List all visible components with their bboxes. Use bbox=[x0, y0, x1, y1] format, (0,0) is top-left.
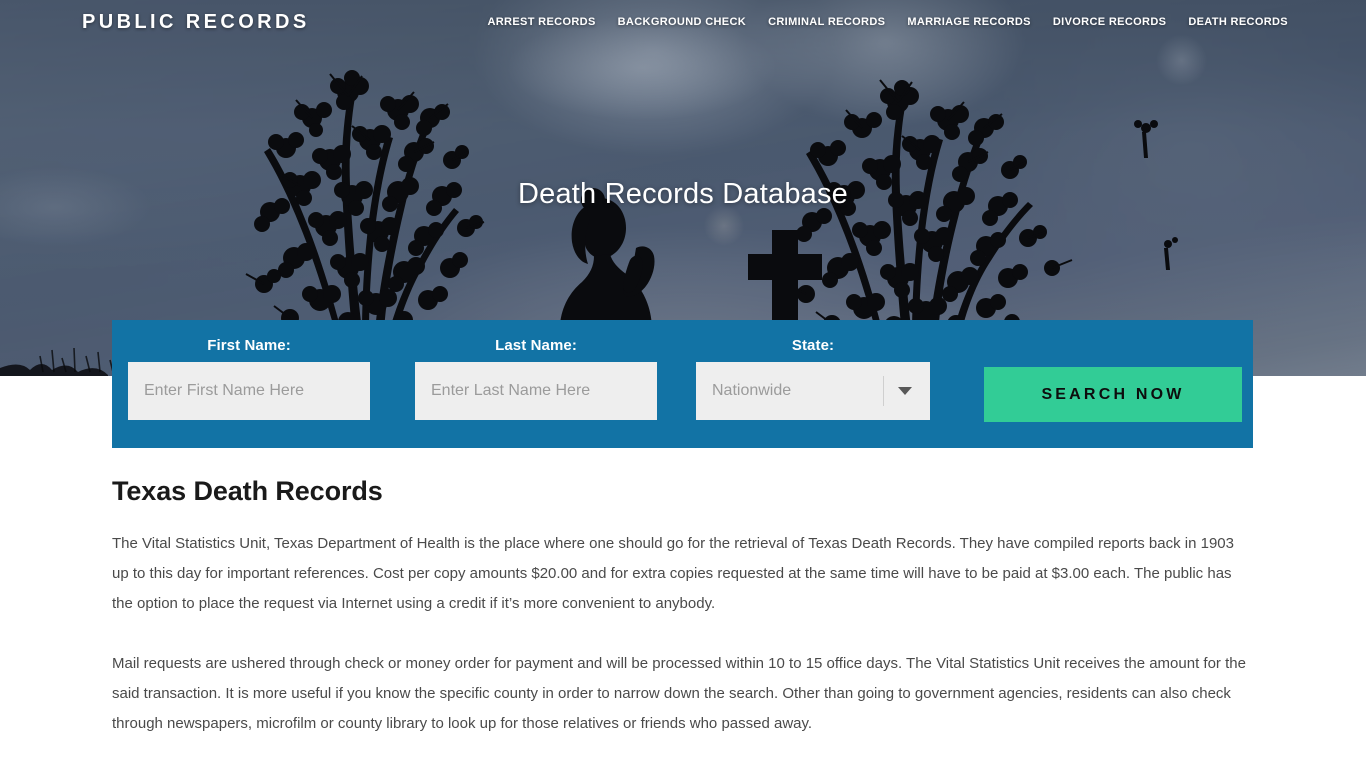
state-select[interactable]: Nationwide bbox=[696, 362, 930, 420]
search-now-button[interactable]: SEARCH NOW bbox=[984, 367, 1242, 422]
nav-item-criminal-records[interactable]: CRIMINAL RECORDS bbox=[768, 16, 885, 28]
search-form: First Name: Last Name: State: Nationwide… bbox=[112, 320, 1253, 448]
nav-item-marriage-records[interactable]: MARRIAGE RECORDS bbox=[907, 16, 1031, 28]
state-label: State: bbox=[791, 337, 835, 354]
first-name-label: First Name: bbox=[207, 337, 291, 354]
content-paragraph-2: Mail requests are ushered through check … bbox=[112, 655, 1246, 732]
chevron-down-icon bbox=[898, 387, 912, 395]
content-paragraph-1: The Vital Statistics Unit, Texas Departm… bbox=[112, 535, 1234, 612]
nav-item-death-records[interactable]: DEATH RECORDS bbox=[1188, 16, 1288, 28]
last-name-input[interactable] bbox=[415, 362, 657, 420]
nav-item-divorce-records[interactable]: DIVORCE RECORDS bbox=[1053, 16, 1166, 28]
page-title: Death Records Database bbox=[517, 178, 849, 210]
main-navigation: ARREST RECORDS BACKGROUND CHECK CRIMINAL… bbox=[487, 16, 1288, 28]
main-content: Texas Death Records The Vital Statistics… bbox=[112, 476, 1253, 768]
content-heading: Texas Death Records bbox=[112, 476, 383, 506]
page-root: Death Records Database PUBLIC RECORDS AR… bbox=[0, 0, 1366, 768]
first-name-input[interactable] bbox=[128, 362, 370, 420]
nav-item-background-check[interactable]: BACKGROUND CHECK bbox=[618, 16, 746, 28]
first-name-field-group: First Name: bbox=[128, 320, 370, 420]
state-field-group: State: Nationwide bbox=[696, 320, 930, 420]
select-divider bbox=[883, 376, 884, 406]
state-selected-value: Nationwide bbox=[712, 382, 792, 399]
site-logo[interactable]: PUBLIC RECORDS bbox=[82, 11, 310, 34]
last-name-label: Last Name: bbox=[495, 337, 577, 354]
last-name-field-group: Last Name: bbox=[415, 320, 657, 420]
nav-item-arrest-records[interactable]: ARREST RECORDS bbox=[487, 16, 595, 28]
site-header: PUBLIC RECORDS ARREST RECORDS BACKGROUND… bbox=[0, 0, 1366, 44]
